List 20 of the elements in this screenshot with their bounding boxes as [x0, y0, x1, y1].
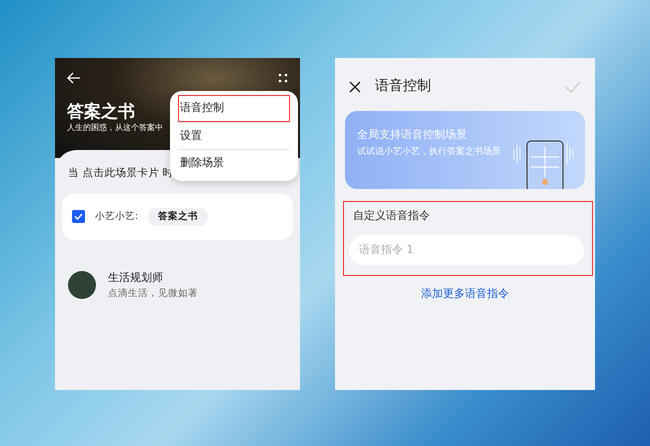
back-icon[interactable]	[67, 72, 81, 84]
command-input[interactable]: 语音指令 1	[349, 234, 584, 264]
banner-title: 全局支持语音控制场景	[357, 127, 468, 143]
screen-title: 语音控制	[375, 77, 432, 96]
menu-item[interactable]: 删除场景	[178, 149, 290, 176]
scene-name: 生活规划师	[108, 270, 164, 286]
close-icon[interactable]	[349, 80, 361, 92]
menu-item[interactable]: 设置	[178, 122, 290, 149]
wake-word-label: 小艺小艺:	[95, 210, 138, 224]
scene-chip: 答案之书	[148, 208, 208, 226]
scene-subtitle: 人生的困惑，从这个答案中	[67, 122, 163, 134]
scene-title: 答案之书	[67, 102, 135, 122]
more-icon[interactable]	[278, 73, 288, 83]
section-label: 自定义语音指令	[352, 208, 431, 224]
menu-item[interactable]: 语音控制	[178, 95, 290, 122]
banner-text: 试试说小艺小艺，执行答案之书场景	[357, 146, 502, 158]
scene-description: 点滴生活，见微如著	[108, 286, 198, 300]
add-command-link[interactable]: 添加更多语音指令	[421, 286, 509, 302]
avatar	[68, 271, 96, 300]
checkbox[interactable]	[72, 210, 85, 224]
